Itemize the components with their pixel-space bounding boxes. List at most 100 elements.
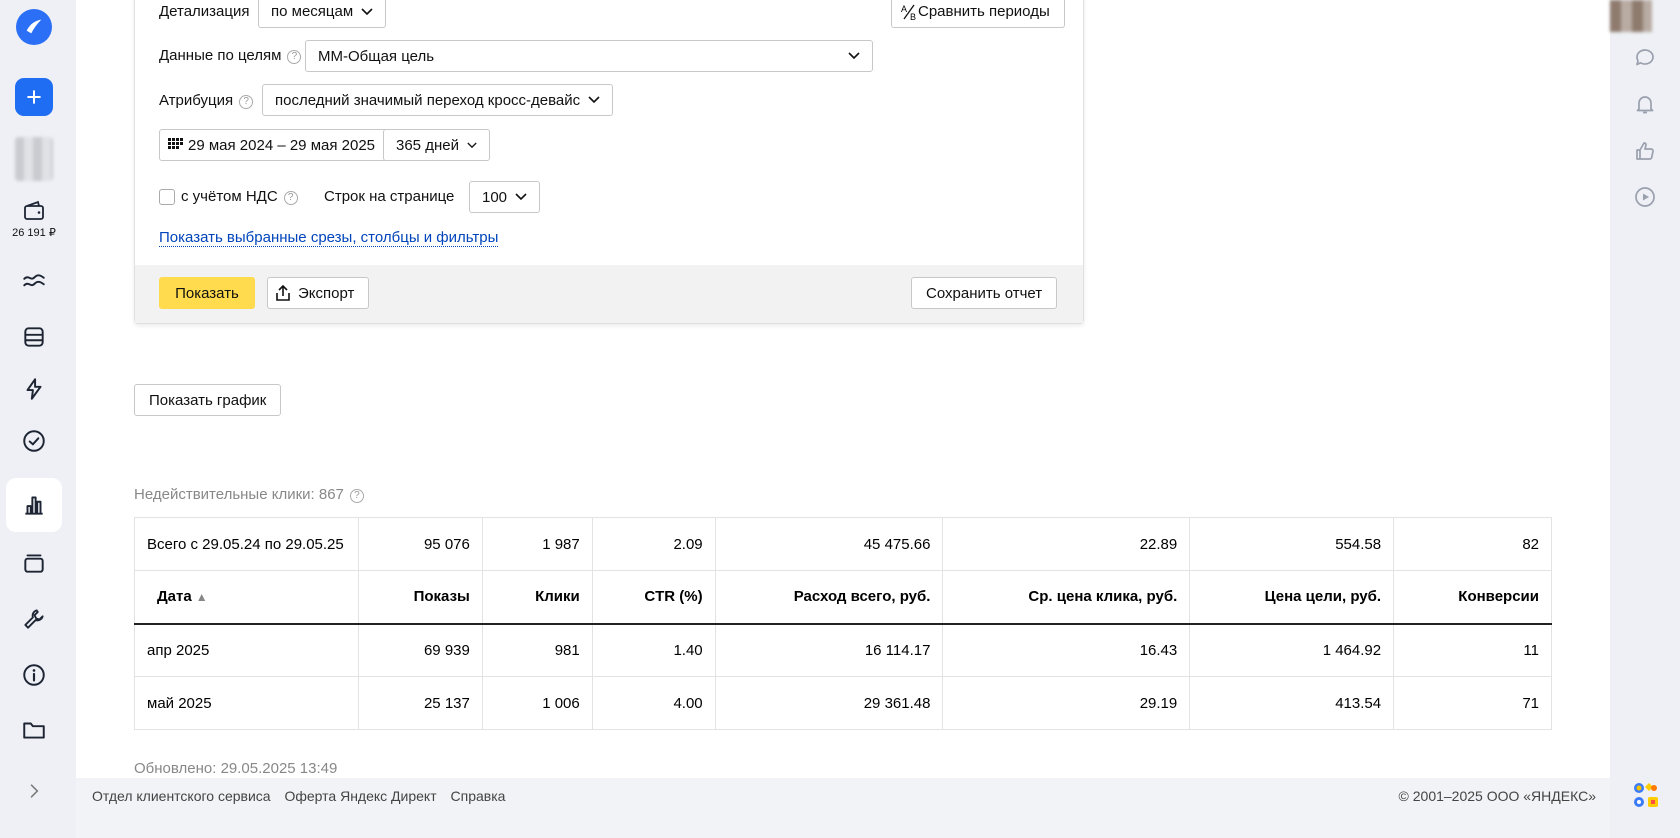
column-header-ctr[interactable]: CTR (%): [591, 570, 716, 625]
account-avatar[interactable]: [6, 132, 62, 186]
rows-per-page-select[interactable]: 100: [469, 181, 541, 213]
footer-links: Отдел клиентского сервиса Оферта Яндекс …: [92, 788, 515, 804]
rail-item-campaigns[interactable]: [6, 254, 62, 308]
chat-icon[interactable]: [1631, 43, 1659, 71]
help-icon[interactable]: ?: [239, 94, 254, 109]
total-cell: 82: [1393, 517, 1552, 571]
show-chart-button[interactable]: Показать график: [134, 384, 282, 416]
column-header-clicks[interactable]: Клики: [481, 570, 593, 625]
footer-link-client-service[interactable]: Отдел клиентского сервиса: [92, 788, 271, 804]
column-header-date[interactable]: Дата ▲: [134, 570, 359, 625]
show-selected-filters-link[interactable]: Показать выбранные срезы, столбцы и филь…: [159, 229, 499, 247]
info-icon: [23, 664, 45, 686]
vat-label: с учётом НДС?: [181, 188, 298, 205]
help-icon[interactable]: ?: [287, 49, 302, 64]
table-row: апр 2025 69 939 981 1.40 16 114.17 16.43…: [134, 623, 1552, 677]
total-cell: 45 475.66: [714, 517, 944, 571]
rail-item-automation[interactable]: [6, 362, 62, 416]
chevron-down-icon: [467, 142, 477, 148]
rail-item-statistics[interactable]: [6, 478, 62, 532]
help-icon[interactable]: ?: [283, 190, 298, 205]
check-circle-icon: [23, 430, 45, 452]
lightning-icon: [26, 378, 42, 400]
detail-value: по месяцам: [271, 3, 354, 20]
compare-periods-button[interactable]: AB Сравнить периоды: [891, 0, 1065, 28]
export-button[interactable]: Экспорт: [267, 277, 370, 309]
column-header-conversions[interactable]: Конверсии: [1393, 570, 1552, 625]
rail-item-moderation[interactable]: [6, 414, 62, 468]
total-cell: 554.58: [1189, 517, 1395, 571]
attribution-value: последний значимый переход кросс-девайс: [275, 91, 581, 109]
wallet-balance[interactable]: 26 191 ₽: [6, 192, 62, 246]
detail-select[interactable]: по месяцам: [258, 0, 387, 28]
stack-icon: [24, 327, 44, 347]
compare-label: Сравнить периоды: [918, 3, 1050, 20]
detail-label: Детализация: [159, 3, 250, 20]
compare-ab-icon: AB: [901, 4, 916, 21]
create-plus-button[interactable]: [6, 70, 62, 124]
rail-item-feeds[interactable]: [6, 536, 62, 590]
chevron-down-icon: [848, 52, 860, 60]
table-cell: 71: [1393, 676, 1552, 730]
bell-icon[interactable]: [1631, 90, 1659, 118]
goals-select[interactable]: ММ-Общая цель: [305, 40, 873, 72]
vat-checkbox[interactable]: [159, 189, 175, 205]
period-value: 365 дней: [396, 136, 459, 154]
page-footer: Отдел клиентского сервиса Оферта Яндекс …: [76, 778, 1610, 838]
column-header-goal-cost[interactable]: Цена цели, руб.: [1189, 570, 1395, 625]
upload-icon: [276, 284, 290, 301]
rail-item-info[interactable]: [6, 648, 62, 702]
chevron-down-icon: [588, 96, 600, 104]
show-report-button[interactable]: Показать: [159, 277, 255, 309]
chevron-right-icon: [30, 784, 39, 798]
play-icon[interactable]: [1631, 183, 1659, 211]
table-cell: 29 361.48: [714, 676, 944, 730]
footer-link-offer[interactable]: Оферта Яндекс Директ: [284, 788, 436, 804]
chevron-down-icon: [515, 193, 527, 201]
svg-text:A: A: [901, 4, 907, 14]
export-label: Экспорт: [298, 284, 355, 302]
rail-item-tools[interactable]: [6, 592, 62, 646]
rail-item-database[interactable]: [6, 310, 62, 364]
layers-icon: [24, 554, 44, 573]
column-header-avg-cpc[interactable]: Ср. цена клика, руб.: [942, 570, 1191, 625]
total-cell: Всего с 29.05.24 по 29.05.25: [134, 517, 359, 571]
wallet-icon: [24, 200, 44, 220]
date-range-picker[interactable]: 29 мая 2024 – 29 мая 2025: [159, 129, 391, 161]
balance-amount: 26 191 ₽: [12, 227, 56, 239]
yandex-services-icon[interactable]: [1632, 780, 1660, 810]
thumbs-up-icon[interactable]: [1631, 137, 1659, 165]
save-report-button[interactable]: Сохранить отчет: [911, 277, 1058, 309]
help-icon[interactable]: ?: [349, 488, 364, 503]
column-header-cost[interactable]: Расход всего, руб.: [714, 570, 944, 625]
waves-icon: [23, 274, 45, 287]
table-cell: апр 2025: [134, 623, 359, 677]
main-content: Детализация по месяцам AB Сравнить перио…: [76, 0, 1610, 778]
direct-logo-icon[interactable]: [6, 0, 62, 54]
rail-item-files[interactable]: [6, 703, 62, 757]
statistics-table: Всего с 29.05.24 по 29.05.25 95 076 1 98…: [134, 517, 1552, 730]
wrench-icon: [24, 609, 44, 629]
total-cell: 1 987: [481, 517, 593, 571]
total-cell: 2.09: [591, 517, 716, 571]
footer-link-help[interactable]: Справка: [451, 788, 506, 804]
expand-sidebar-button[interactable]: [6, 764, 62, 818]
rows-per-page-label: Строк на странице: [324, 188, 455, 205]
attribution-select[interactable]: последний значимый переход кросс-девайс: [262, 84, 614, 116]
goals-value: ММ-Общая цель: [318, 47, 435, 65]
period-select[interactable]: 365 дней: [383, 129, 490, 161]
column-header-impressions[interactable]: Показы: [357, 570, 483, 625]
invalid-clicks-label: Недействительные клики: 867?: [134, 486, 364, 503]
table-cell: 25 137: [357, 676, 483, 730]
table-cell: 1.40: [591, 623, 716, 677]
date-range-value: 29 мая 2024 – 29 мая 2025: [188, 136, 376, 154]
table-row: май 2025 25 137 1 006 4.00 29 361.48 29.…: [134, 676, 1552, 730]
left-sidebar: 26 191 ₽: [0, 0, 76, 838]
user-avatar[interactable]: [1610, 0, 1652, 32]
rows-per-page-value: 100: [482, 188, 508, 206]
chevron-down-icon: [361, 7, 373, 15]
right-sidebar: [1610, 0, 1680, 838]
table-cell: 1 464.92: [1189, 623, 1395, 677]
folder-icon: [23, 722, 45, 739]
table-cell: 1 006: [481, 676, 593, 730]
